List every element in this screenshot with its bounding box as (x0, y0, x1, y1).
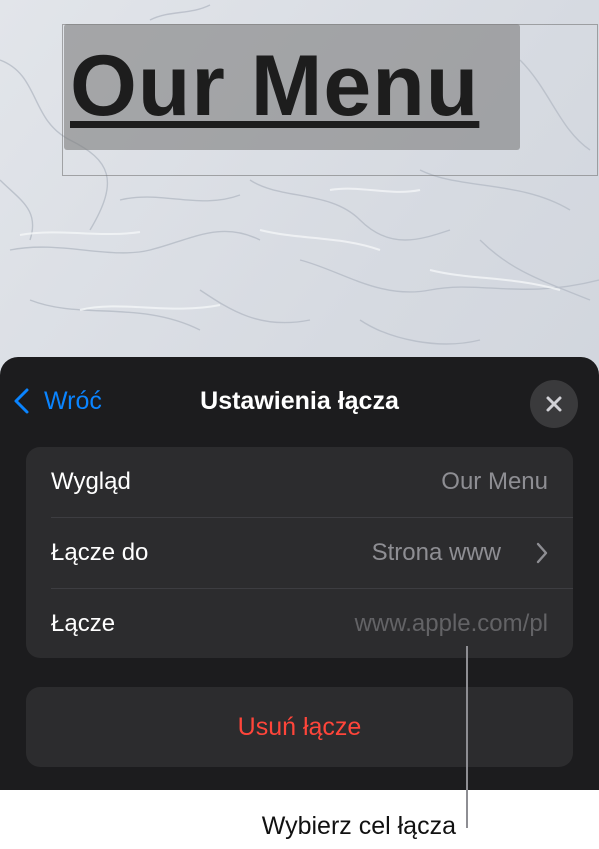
link-to-value: Strona www (371, 539, 501, 566)
slide-title-link-text[interactable]: Our Menu (70, 36, 479, 136)
display-label: Wygląd (51, 468, 131, 495)
xmark-icon (546, 396, 562, 412)
display-row[interactable]: Wygląd Our Menu (26, 447, 573, 517)
remove-link-label: Usuń łącze (237, 712, 362, 741)
callout-leader-line (466, 646, 468, 828)
display-value: Our Menu (441, 468, 548, 495)
link-url-field[interactable]: www.apple.com/pl (355, 610, 548, 638)
remove-link-button[interactable]: Usuń łącze (26, 687, 573, 767)
link-settings-sheet: Wróć Ustawienia łącza Wygląd Our Menu Łą… (0, 357, 599, 790)
sheet-title: Ustawienia łącza (200, 387, 399, 415)
sheet-header: Wróć Ustawienia łącza (0, 357, 599, 447)
link-to-label: Łącze do (51, 539, 149, 566)
callout-annotation: Wybierz cel łącza (261, 812, 456, 840)
chevron-right-icon (536, 542, 548, 564)
link-url-label: Łącze (51, 610, 116, 637)
close-button[interactable] (530, 380, 578, 428)
link-settings-group: Wygląd Our Menu Łącze do Strona www Łącz… (26, 447, 573, 658)
link-url-row[interactable]: Łącze www.apple.com/pl (26, 589, 573, 658)
link-to-row[interactable]: Łącze do Strona www (26, 518, 573, 588)
app-screen: Our Menu Wróć Ustawienia łącza Wygląd Ou… (0, 0, 599, 790)
